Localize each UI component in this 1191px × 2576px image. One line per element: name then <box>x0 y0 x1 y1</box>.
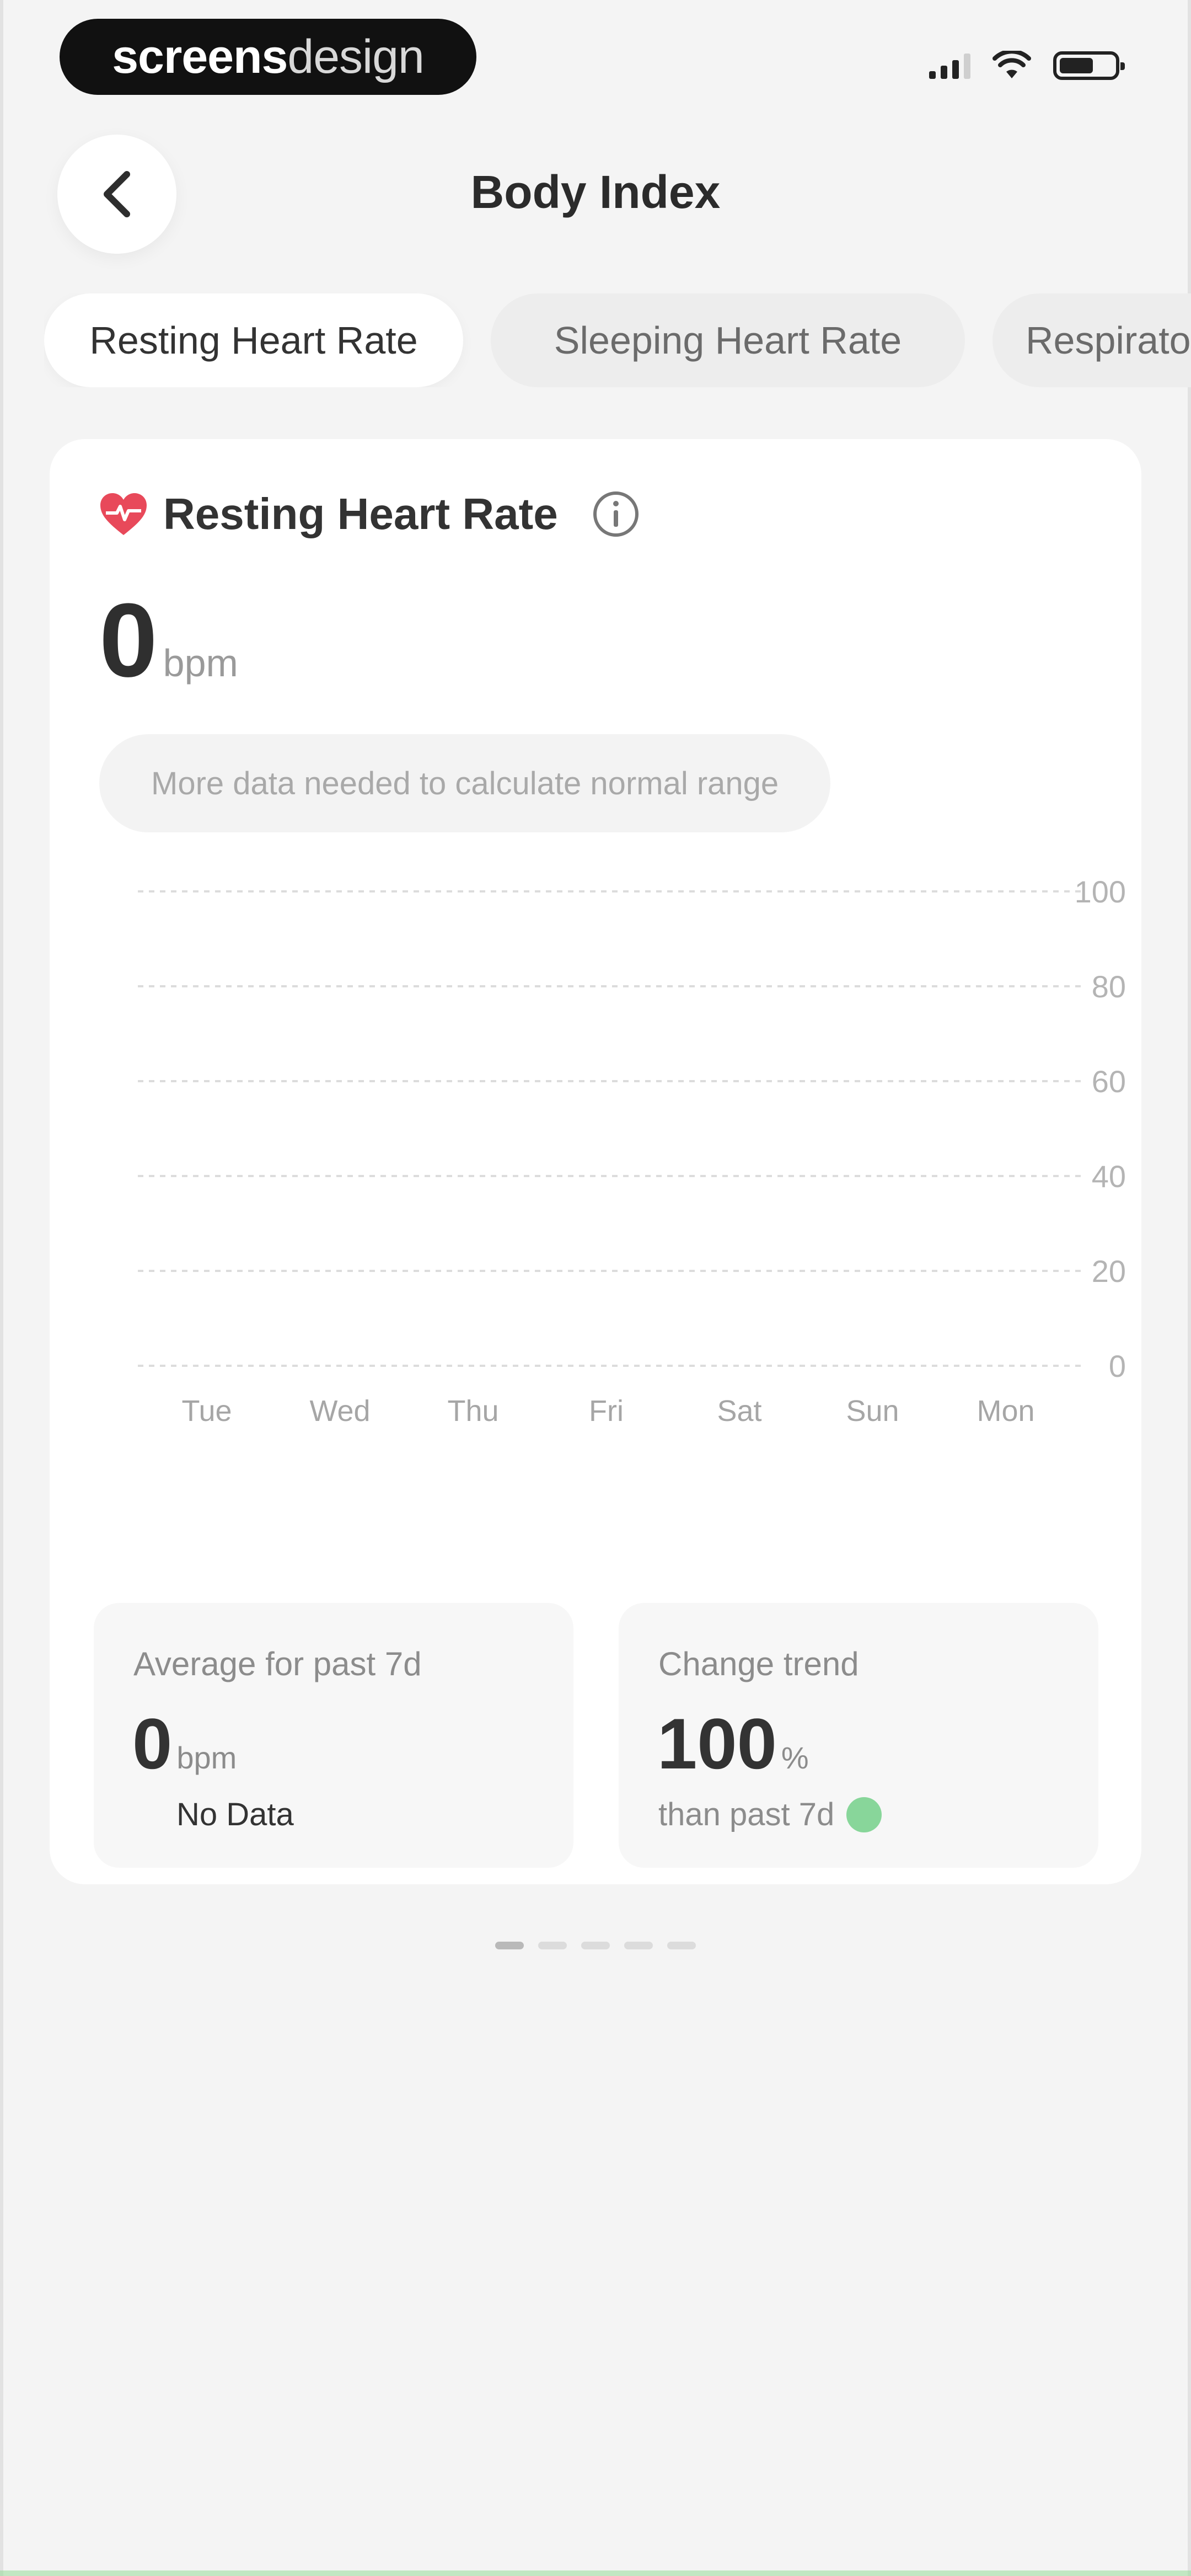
average-stat-value: 0 bpm <box>132 1708 237 1779</box>
brand-logo: screens design <box>60 19 476 95</box>
current-value: 0 bpm <box>99 588 238 693</box>
y-tick-label: 100 <box>1075 874 1126 909</box>
normal-range-note: More data needed to calculate normal ran… <box>99 734 831 832</box>
average-stat-card: Average for past 7d 0 bpm No Data <box>94 1603 573 1868</box>
x-tick-label-tue: Tue <box>181 1394 232 1428</box>
page-dot[interactable] <box>538 1942 567 1949</box>
signal-icon <box>929 52 970 79</box>
average-stat-number: 0 <box>132 1703 173 1784</box>
brand-logo-part2: design <box>287 30 424 83</box>
y-tick-label: 0 <box>1109 1349 1126 1383</box>
trend-stat-comparison: than past 7d <box>658 1796 882 1833</box>
y-tick-label: 40 <box>1092 1159 1126 1194</box>
page-dot[interactable] <box>667 1942 696 1949</box>
status-bar <box>929 51 1125 81</box>
y-tick-label: 20 <box>1092 1254 1126 1289</box>
x-tick-label-thu: Thu <box>447 1394 498 1428</box>
trend-stat-comparison-text: than past 7d <box>658 1797 835 1832</box>
x-tick-label-sat: Sat <box>717 1394 761 1428</box>
current-value-number: 0 <box>99 582 158 699</box>
page-dot[interactable] <box>581 1942 610 1949</box>
resting-heart-rate-card: Resting Heart Rate 0 bpm More data neede… <box>50 439 1141 1884</box>
page-indicator <box>0 1942 1191 1949</box>
trend-stat-unit: % <box>781 1740 809 1775</box>
x-tick-label-mon: Mon <box>977 1394 1034 1428</box>
info-icon[interactable] <box>591 489 641 539</box>
page-dot[interactable] <box>624 1942 653 1949</box>
bottom-edge <box>0 2570 1191 2576</box>
average-stat-status: No Data <box>176 1797 294 1832</box>
card-title-label: Resting Heart Rate <box>163 489 558 538</box>
trend-stat-number: 100 <box>657 1703 777 1784</box>
trend-stat-label: Change trend <box>658 1645 859 1682</box>
heart-icon <box>100 493 147 535</box>
metric-tabs: Resting Heart Rate Sleeping Heart Rate R… <box>44 293 1191 387</box>
battery-icon <box>1053 51 1125 80</box>
x-tick-label-fri: Fri <box>589 1394 624 1428</box>
y-tick-label: 80 <box>1092 969 1126 1004</box>
heart-rate-chart: 100 80 60 40 20 0 Tue Wed Thu Fri Sat Sun Mon <box>138 874 1126 1428</box>
y-tick-label: 60 <box>1092 1064 1126 1099</box>
trend-indicator-icon <box>846 1797 882 1832</box>
page-title: Body Index <box>470 166 721 218</box>
card-title: Resting Heart Rate <box>98 489 641 539</box>
x-tick-label-wed: Wed <box>309 1394 370 1428</box>
tab-respiratory[interactable]: Respiratory <box>993 293 1191 387</box>
tab-sleeping-heart-rate[interactable]: Sleeping Heart Rate <box>491 293 965 387</box>
current-value-unit: bpm <box>163 642 238 685</box>
x-tick-label-sun: Sun <box>846 1394 899 1428</box>
brand-logo-part1: screens <box>112 30 288 83</box>
trend-stat-value: 100 % <box>657 1708 809 1779</box>
page-dot[interactable] <box>495 1942 524 1949</box>
average-stat-unit: bpm <box>176 1740 237 1775</box>
average-stat-label: Average for past 7d <box>133 1645 422 1682</box>
wifi-icon <box>993 51 1031 78</box>
trend-stat-card: Change trend 100 % than past 7d <box>619 1603 1098 1868</box>
tab-resting-heart-rate[interactable]: Resting Heart Rate <box>44 293 463 387</box>
